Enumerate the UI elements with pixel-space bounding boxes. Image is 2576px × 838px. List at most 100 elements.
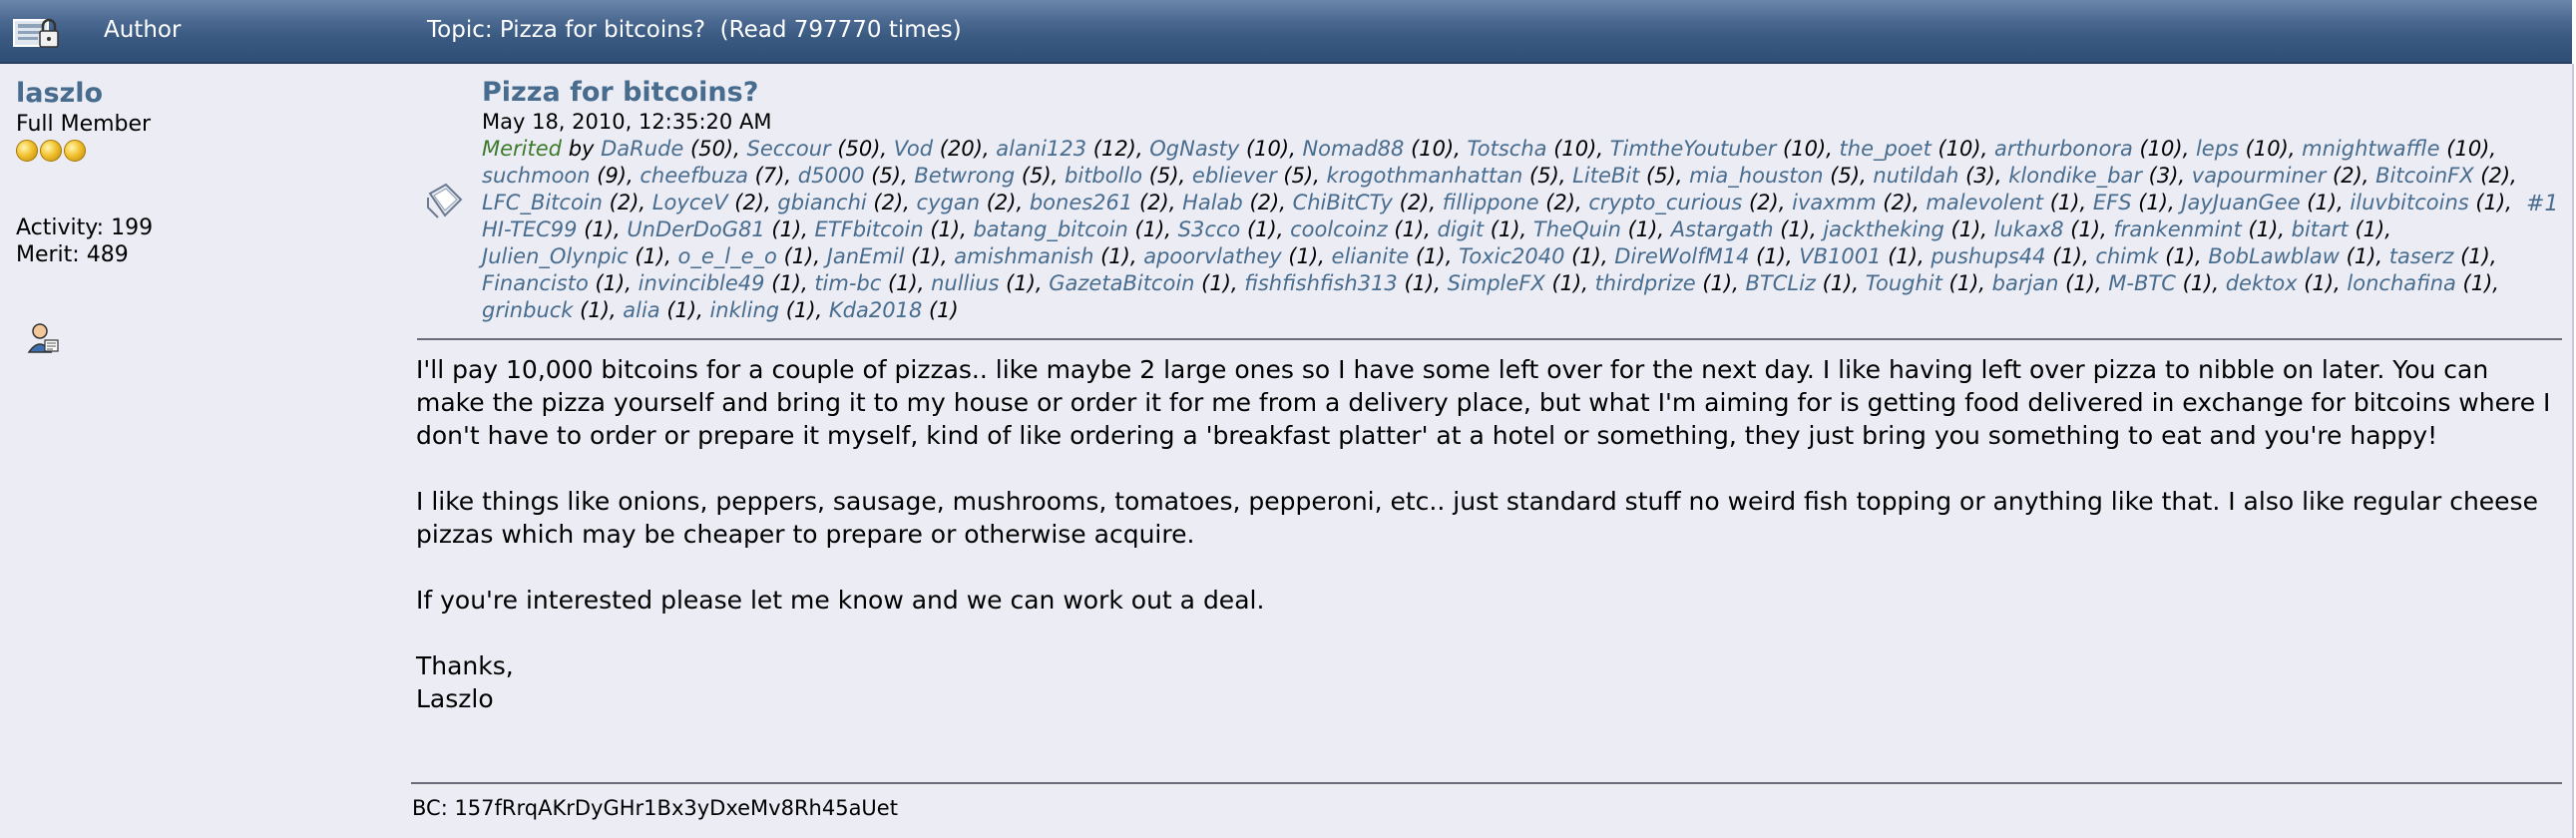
- merit-user-link[interactable]: grinbuck: [482, 298, 573, 322]
- merit-count: (2),: [1132, 191, 1176, 214]
- merit-user-link[interactable]: malevolent: [1926, 191, 2043, 214]
- merit-users: DaRude (50), Seccour (50), Vod (20), ala…: [482, 137, 2517, 322]
- merit-user-link[interactable]: gbianchi: [777, 191, 866, 214]
- merit-user-link[interactable]: amishmanish: [954, 244, 1093, 268]
- merit-user-link[interactable]: Betwrong: [914, 164, 1015, 188]
- merit-user-link[interactable]: EFS: [2093, 191, 2132, 214]
- merit-user-link[interactable]: batang_bitcoin: [973, 217, 1127, 241]
- merit-user-link[interactable]: OgNasty: [1149, 137, 1239, 161]
- merit-user-link[interactable]: nullius: [931, 271, 999, 295]
- merit-user-link[interactable]: apoorvlathey: [1143, 244, 1282, 268]
- merit-user-link[interactable]: M-BTC: [2108, 271, 2176, 295]
- merit-user-link[interactable]: the_poet: [1840, 137, 1932, 161]
- merit-user-link[interactable]: klondike_bar: [2008, 164, 2142, 188]
- merit-user-link[interactable]: UnDerDoG81: [627, 217, 764, 241]
- merit-user-link[interactable]: VB1001: [1799, 244, 1881, 268]
- merit-user-link[interactable]: bones261: [1030, 191, 1132, 214]
- topic-header-bar: Author Topic: Pizza for bitcoins? (Read …: [0, 0, 2572, 64]
- merit-user-link[interactable]: SimpleFX: [1448, 271, 1545, 295]
- merit-user-link[interactable]: ETFbitcoin: [815, 217, 924, 241]
- merit-user-link[interactable]: arthurbonora: [1994, 137, 2133, 161]
- merit-user-link[interactable]: chimk: [2095, 244, 2158, 268]
- merit-user-link[interactable]: suchmoon: [482, 164, 591, 188]
- post-subject-link[interactable]: Pizza for bitcoins?: [482, 77, 758, 108]
- merit-user-link[interactable]: crypto_curious: [1588, 191, 1742, 214]
- merit-user-link[interactable]: Astargath: [1671, 217, 1774, 241]
- merit-user-link[interactable]: thirdprize: [1595, 271, 1696, 295]
- merit-user-link[interactable]: mnightwaffle: [2302, 137, 2439, 161]
- merit-user-link[interactable]: coolcoinz: [1290, 217, 1388, 241]
- merit-user-link[interactable]: pushups44: [1931, 244, 2045, 268]
- merit-user-link[interactable]: tim-bc: [814, 271, 881, 295]
- merit-user-link[interactable]: frankenmint: [2113, 217, 2241, 241]
- merit-user-link[interactable]: Toughit: [1866, 271, 1942, 295]
- merit-user-link[interactable]: taserz: [2389, 244, 2454, 268]
- merit-user-link[interactable]: bitbollo: [1065, 164, 1142, 188]
- merit-user-link[interactable]: TimtheYoutuber: [1610, 137, 1777, 161]
- merit-count: (1),: [2339, 244, 2383, 268]
- merit-user-link[interactable]: bitart: [2292, 217, 2349, 241]
- poster-name-link[interactable]: laszlo: [16, 78, 103, 109]
- post-number-link[interactable]: #1: [2526, 192, 2558, 216]
- merit-count: (1),: [1695, 271, 1739, 295]
- merit-user-link[interactable]: BTCLiz: [1745, 271, 1815, 295]
- merit-user-link[interactable]: Financisto: [482, 271, 589, 295]
- merit-list: Merited by DaRude (50), Seccour (50), Vo…: [482, 136, 2517, 324]
- merit-user-link[interactable]: krogothmanhattan: [1327, 164, 1523, 188]
- merit-user-link[interactable]: DireWolfM14: [1614, 244, 1749, 268]
- merit-user-link[interactable]: GazetaBitcoin: [1049, 271, 1194, 295]
- merit-user-link[interactable]: JanEmil: [827, 244, 905, 268]
- merit-count: (10),: [1776, 137, 1833, 161]
- merit-user-link[interactable]: lonchafina: [2347, 271, 2455, 295]
- merit-user-link[interactable]: mia_houston: [1689, 164, 1823, 188]
- merit-user-link[interactable]: fishfishfish313: [1244, 271, 1398, 295]
- merit-count: (5),: [1142, 164, 1186, 188]
- merit-user-link[interactable]: ebliever: [1192, 164, 1277, 188]
- merited-link[interactable]: Merited: [482, 137, 562, 161]
- merit-user-link[interactable]: dektox: [2226, 271, 2298, 295]
- merit-user-link[interactable]: LiteBit: [1572, 164, 1639, 188]
- merit-user-link[interactable]: o_e_l_e_o: [678, 244, 777, 268]
- merit-user-link[interactable]: alia: [623, 298, 659, 322]
- merit-user-link[interactable]: Seccour: [747, 137, 831, 161]
- merit-user-link[interactable]: jacktheking: [1823, 217, 1944, 241]
- merit-user-link[interactable]: alani123: [996, 137, 1086, 161]
- merit-user-link[interactable]: fillippone: [1443, 191, 1539, 214]
- merit-user-link[interactable]: inkling: [709, 298, 779, 322]
- merit-count: (1),: [1240, 217, 1284, 241]
- merit-user-link[interactable]: leps: [2196, 137, 2239, 161]
- merit-count: (1),: [2131, 191, 2175, 214]
- merit-user-link[interactable]: Julien_Olynpic: [482, 244, 629, 268]
- post-icon: [427, 183, 463, 218]
- merit-user-link[interactable]: ivaxmm: [1792, 191, 1876, 214]
- merit-user-link[interactable]: LoyceV: [652, 191, 728, 214]
- merit-user-link[interactable]: invincible49: [639, 271, 765, 295]
- merit-user-link[interactable]: S3cco: [1178, 217, 1241, 241]
- merit-user-link[interactable]: JayJuanGee: [2181, 191, 2300, 214]
- merit-user-link[interactable]: Halab: [1182, 191, 1243, 214]
- merit-user-link[interactable]: digit: [1438, 217, 1485, 241]
- merit-user-link[interactable]: cheefbuza: [640, 164, 748, 188]
- merit-user-link[interactable]: DaRude: [601, 137, 683, 161]
- merit-user-link[interactable]: Nomad88: [1302, 137, 1404, 161]
- merit-user-link[interactable]: TheQuin: [1533, 217, 1621, 241]
- merit-user-link[interactable]: Vod: [894, 137, 933, 161]
- merit-user-link[interactable]: Kda2018: [829, 298, 922, 322]
- merit-user-link[interactable]: ChiBitCTy: [1293, 191, 1393, 214]
- merit-user-link[interactable]: elianite: [1332, 244, 1410, 268]
- merit-user-link[interactable]: lukax8: [1994, 217, 2064, 241]
- merit-user-link[interactable]: BitcoinFX: [2375, 164, 2473, 188]
- merit-user-link[interactable]: cygan: [917, 191, 980, 214]
- merit-count: (2),: [980, 191, 1024, 214]
- merit-user-link[interactable]: vapourminer: [2192, 164, 2327, 188]
- merit-user-link[interactable]: iluvbitcoins: [2350, 191, 2468, 214]
- merit-user-link[interactable]: barjan: [1992, 271, 2059, 295]
- merit-user-link[interactable]: Totscha: [1468, 137, 1547, 161]
- profile-icon[interactable]: [26, 321, 60, 355]
- merit-user-link[interactable]: d5000: [798, 164, 865, 188]
- merit-user-link[interactable]: HI-TEC99: [482, 217, 578, 241]
- merit-user-link[interactable]: LFC_Bitcoin: [482, 191, 603, 214]
- merit-user-link[interactable]: nutildah: [1873, 164, 1958, 188]
- merit-user-link[interactable]: BobLawblaw: [2208, 244, 2340, 268]
- merit-user-link[interactable]: Toxic2040: [1459, 244, 1564, 268]
